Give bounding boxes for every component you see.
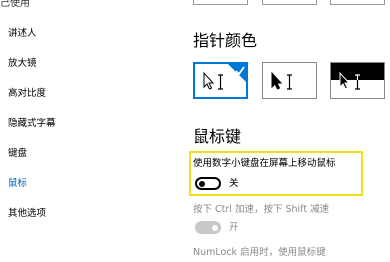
pointer-color-title: 指针颜色 <box>193 31 258 50</box>
use-numpad-toggle[interactable] <box>195 177 221 190</box>
main-content: 指针颜色 鼠标键 使用数字小键盘在屏幕上移动鼠标 关 按下 Ctrl 加速，按下… <box>0 0 390 262</box>
ctrl-shift-toggle[interactable] <box>195 221 221 234</box>
white-pointer-icon <box>203 64 246 90</box>
black-pointer-icon <box>271 71 292 90</box>
inverted-pointer-icon <box>331 63 384 90</box>
pointer-color-black-option[interactable] <box>262 62 317 99</box>
numlock-label: NumLock 启用时，使用鼠标键 <box>193 247 326 258</box>
pointer-size-option-partial[interactable] <box>330 0 385 5</box>
pointer-size-option-partial[interactable] <box>262 0 317 5</box>
mouse-keys-title: 鼠标键 <box>193 127 242 146</box>
toggle-knob <box>199 180 205 187</box>
ctrl-shift-state: 开 <box>229 222 239 233</box>
toggle-knob <box>212 224 218 231</box>
use-numpad-state: 关 <box>229 178 239 189</box>
ctrl-shift-label: 按下 Ctrl 加速，按下 Shift 减速 <box>193 204 330 215</box>
pointer-color-inverted-option[interactable] <box>330 62 385 99</box>
use-numpad-label: 使用数字小键盘在屏幕上移动鼠标 <box>193 158 336 169</box>
pointer-size-option-partial[interactable] <box>193 0 248 5</box>
pointer-color-white-option[interactable] <box>193 62 248 99</box>
